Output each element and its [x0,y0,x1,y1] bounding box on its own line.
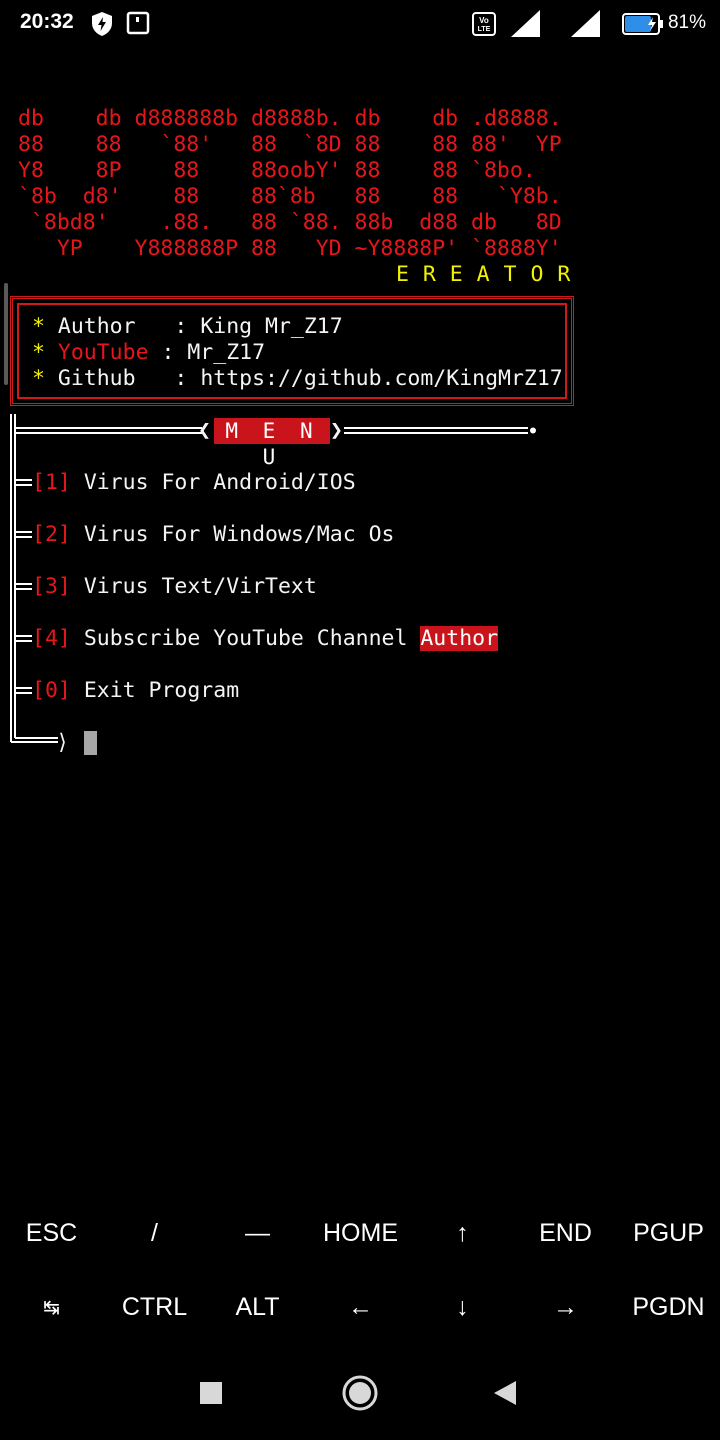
navigation-bar [0,1346,720,1440]
key-down[interactable]: ↓ [411,1270,514,1344]
square-icon [200,1382,222,1404]
key-ctrl[interactable]: CTRL [103,1270,206,1344]
youtube-line: * YouTube : Mr_Z17 [32,340,266,365]
key-pgup[interactable]: PGUP [617,1196,720,1270]
key-pgdn[interactable]: PGDN [617,1270,720,1344]
volte-icon: Vo LTE [472,12,496,40]
signal-icon [508,8,542,42]
home-button[interactable] [341,1374,379,1416]
key-left[interactable]: ← [309,1270,412,1344]
extra-keys-bar: ESC / — HOME ↑ END PGUP ↹ CTRL ALT ← ↓ →… [0,1196,720,1346]
menu-item-1: [1] Virus For Android/IOS [32,470,356,495]
banner-line-2: 88 88 `88' 88 `8D 88 88 88' YP [18,132,562,157]
key-dash[interactable]: — [206,1196,309,1270]
svg-text:LTE: LTE [478,26,491,33]
key-alt[interactable]: ALT [206,1270,309,1344]
key-home[interactable]: HOME [309,1196,412,1270]
back-button[interactable] [492,1379,518,1411]
author-line: * Author : King Mr_Z17 [32,314,343,339]
key-right[interactable]: → [514,1270,617,1344]
menu-item-0: [0] Exit Program [32,678,240,703]
key-tab[interactable]: ↹ [0,1270,103,1344]
banner-subtitle: E R E A T O R [396,262,571,287]
menu-bracket-right: ❯ [330,418,343,443]
prompt-arrow: ⟩ [56,730,69,755]
menu-bracket-left: ❮ [198,418,211,443]
banner-line-1: db db d888888b d8888b. db db .d8888. [18,106,562,131]
battery-percent: 81% [667,12,706,33]
author-highlight: Author [420,626,499,651]
svg-text:Vo: Vo [479,16,489,25]
key-slash[interactable]: / [103,1196,206,1270]
recents-button[interactable] [199,1381,223,1409]
banner-line-6: YP Y888888P 88 YD ~Y8888P' `8888Y' [18,236,562,261]
menu-item-2: [2] Virus For Windows/Mac Os [32,522,395,547]
signal-icon-2 [568,8,602,42]
banner-line-3: Y8 8P 88 88oobY' 88 88 `8bo. [18,158,536,183]
terminal-cursor [84,731,97,755]
key-up[interactable]: ↑ [411,1196,514,1270]
status-bar: 20:32 Vo LTE 81% [0,0,720,48]
banner-line-5: `8bd8' .88. 88 `88. 88b d88 db 8D [18,210,562,235]
banner-line-4: `8b d8' 88 88`8b 88 88 `Y8b. [18,184,562,209]
circle-icon [342,1375,378,1411]
menu-title: M E N U [214,418,330,469]
scroll-indicator[interactable] [4,283,8,385]
github-line: * Github : https://github.com/KingMrZ17 [32,366,563,391]
battery-icon [622,13,664,39]
key-esc[interactable]: ESC [0,1196,103,1270]
triangle-back-icon [494,1381,516,1405]
key-end[interactable]: END [514,1196,617,1270]
menu-item-4: [4] Subscribe YouTube Channel Author [32,626,499,651]
screenshot-notification-icon [126,11,150,39]
menu-item-3: [3] Virus Text/VirText [32,574,317,599]
data-saver-icon [90,11,114,41]
status-time: 20:32 [20,10,74,33]
